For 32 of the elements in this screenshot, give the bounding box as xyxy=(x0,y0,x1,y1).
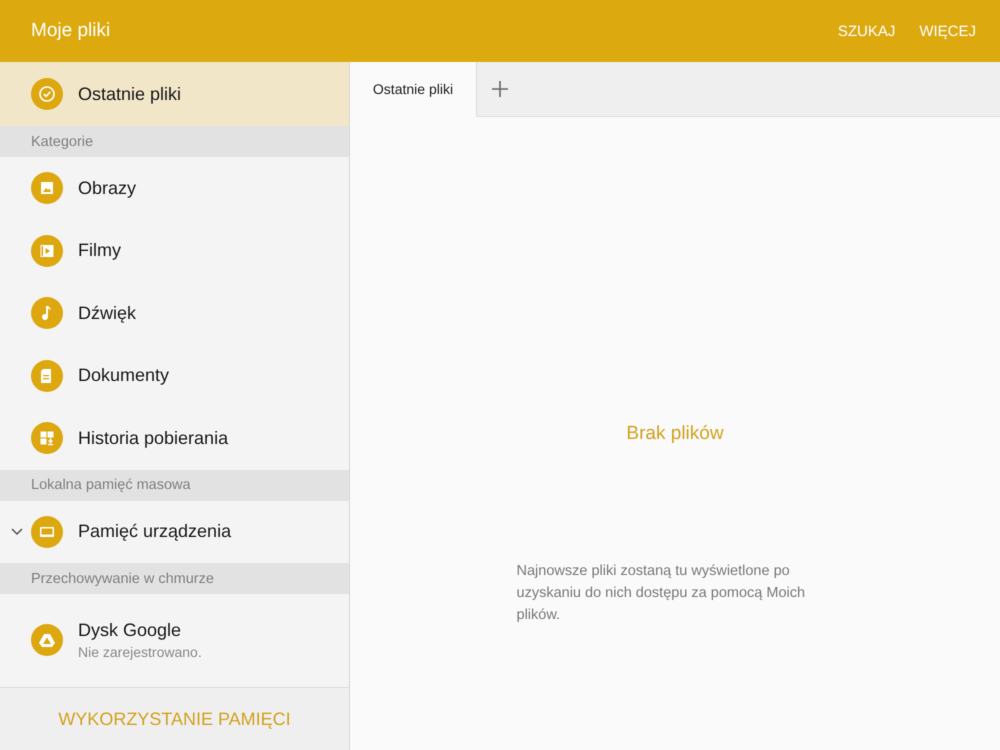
section-header: Lokalna pamięć masowa xyxy=(0,470,349,500)
item-label: Pamięć urządzenia xyxy=(78,521,232,542)
plus-icon[interactable] xyxy=(491,80,509,98)
section-header: Kategorie xyxy=(0,126,349,157)
document-icon xyxy=(31,360,63,392)
music-note-icon xyxy=(31,297,63,330)
sidebar-item[interactable]: Obrazy xyxy=(0,157,349,220)
sidebar-item[interactable]: Dźwięk xyxy=(0,282,349,344)
sidebar-item[interactable]: Ostatnie pliki xyxy=(0,62,349,126)
sidebar-item[interactable]: Dysk Google Nie zarejestrowano. xyxy=(0,594,349,686)
item-label: Historia pobierania xyxy=(78,428,228,449)
monitor-icon xyxy=(31,516,63,548)
chevron-icon[interactable] xyxy=(11,528,23,536)
item-label: Ostatnie pliki xyxy=(78,84,182,104)
item-subtitle: Nie zarejestrowano. xyxy=(78,644,202,660)
sidebar-item[interactable]: Dokumenty xyxy=(0,344,349,407)
item-label: Filmy xyxy=(78,240,121,262)
image-icon xyxy=(31,172,63,204)
item-label: Obrazy xyxy=(78,178,136,199)
sidebar-item[interactable]: Pamięć urządzenia xyxy=(0,500,349,563)
empty-message: Najnowsze pliki zostaną tu wyświetlone po uzyskaniu do nich dostępu za pomocą Moich plików. xyxy=(516,562,806,625)
section-header: Przechowywanie w chmurze xyxy=(0,563,349,594)
sidebar-item[interactable]: Historia pobierania xyxy=(0,407,349,470)
item-label: Dysk Google xyxy=(78,620,182,641)
sidebar-item[interactable]: Filmy xyxy=(0,220,349,282)
item-label: Dźwięk xyxy=(78,302,136,324)
download-icon xyxy=(31,422,63,454)
empty-title: Brak plików xyxy=(626,423,724,445)
app-title: Moje pliki xyxy=(31,20,110,42)
film-icon xyxy=(31,234,63,267)
tab[interactable]: Ostatnie pliki xyxy=(350,62,477,116)
item-label: Dokumenty xyxy=(78,365,170,386)
